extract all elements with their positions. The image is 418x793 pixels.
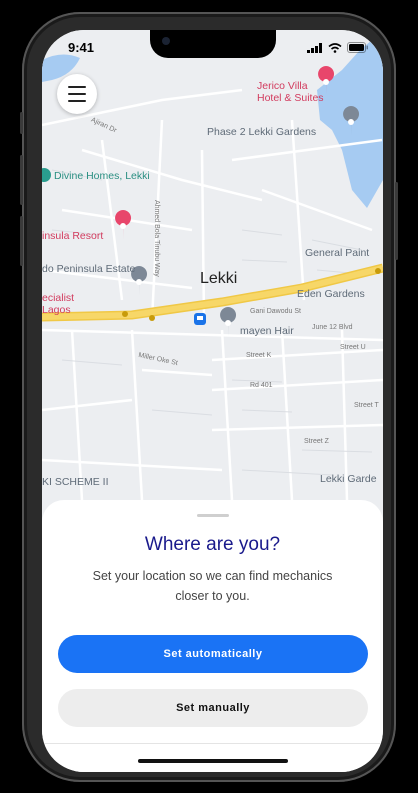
street-label: Street T [354,402,379,409]
map-label-jerico: Jerico Villa Hotel & Suites [257,80,324,104]
map-label-peninsula: do Peninsula Estate [42,263,136,275]
street-label: June 12 Blvd [312,324,353,331]
map-label-resort: insula Resort [42,230,104,242]
map-label-gardens: Lekki Garde [320,473,377,485]
power-button [395,182,398,260]
street-label: Rd 401 [250,382,273,389]
map-center-label: Lekki [200,270,238,287]
hamburger-icon [68,86,86,88]
set-manually-button[interactable]: Set manually [58,689,368,727]
map-label-general: General Paint [305,247,370,259]
map-label-divine: Divine Homes, Lekki [54,170,150,182]
menu-button[interactable] [57,74,97,114]
sheet-grab-handle[interactable] [197,514,229,517]
street-label: Street K [246,352,272,359]
street-label: Street U [340,344,366,351]
notch [150,30,276,58]
sheet-subtitle: Set your location so we can find mechani… [92,569,333,603]
map-label-phase2: Phase 2 Lekki Gardens [207,126,317,138]
screen: Lekki Jerico Villa Hotel & Suites Phase … [42,30,383,772]
map-label-mayen: mayen Hair [240,325,294,337]
map-label-scheme: KI SCHEME II [42,476,109,488]
wifi-icon [328,42,342,53]
map-label-eden: Eden Gardens [297,288,365,300]
battery-icon [347,42,368,53]
street-label: Ahmed Bola Tinubu Way [153,200,160,277]
map-label-specialist: ecialist Lagos [42,292,75,316]
location-bottom-sheet: Where are you? Set your location so we c… [42,500,383,772]
camera [162,37,170,45]
sheet-title: Where are you? [144,534,281,555]
street-label: Street Z [304,438,329,445]
volume-down-button [20,216,23,266]
divider [42,743,383,744]
cellular-signal-icon [307,42,322,53]
status-time: 9:41 [68,40,95,55]
home-indicator [138,759,288,763]
status-icons [307,42,369,53]
street-label: Gani Dawodu St [250,308,301,315]
volume-up-button [20,155,23,205]
hamburger-icon [68,100,86,102]
mute-switch [20,112,23,134]
hamburger-icon [68,93,86,95]
set-automatically-button[interactable]: Set automatically [58,635,368,673]
